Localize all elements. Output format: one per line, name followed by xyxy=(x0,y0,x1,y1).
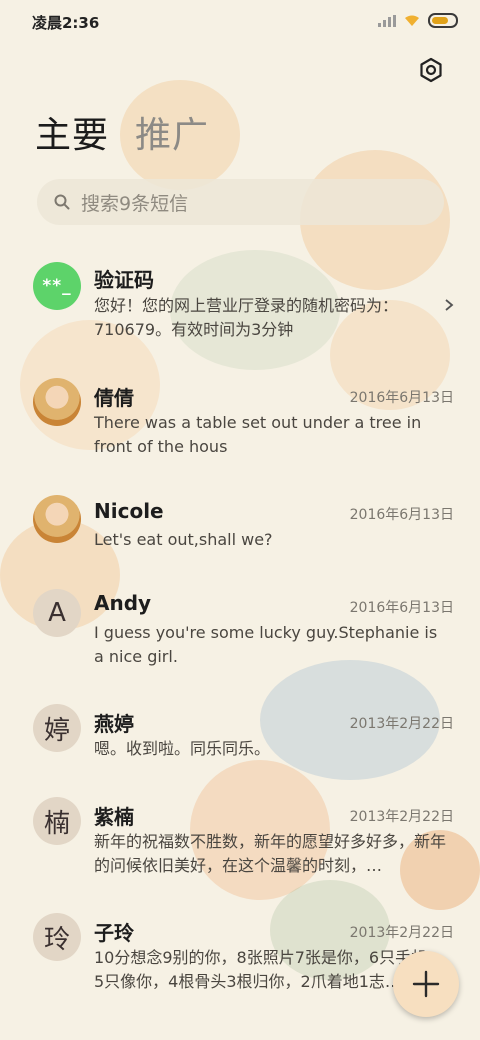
search-icon xyxy=(54,194,70,210)
message-snippet: 嗯。收到啦。同乐同乐。 xyxy=(94,739,271,758)
search-placeholder: 搜索9条短信 xyxy=(81,192,189,215)
contact-name: 验证码 xyxy=(94,268,154,292)
message-snippet: I guess you're some lucky guy.Stephanie … xyxy=(94,623,438,666)
message-date: 2013年2月22日 xyxy=(349,925,454,941)
contact-name: Andy xyxy=(94,591,152,615)
message-snippet: 您好！您的网上营业厅登录的随机密码为：710679。有效时间为3分钟 xyxy=(94,296,399,339)
message-snippet: There was a table set out under a tree i… xyxy=(94,413,422,456)
settings-gear-icon[interactable] xyxy=(418,57,444,83)
contact-name: 紫楠 xyxy=(94,805,134,829)
chevron-right-icon xyxy=(445,299,454,311)
status-bar: 凌晨2:36 xyxy=(0,0,480,42)
contact-name: 子玲 xyxy=(94,921,134,945)
contact-name: 倩倩 xyxy=(94,386,134,410)
avatar: 楠 xyxy=(33,797,81,845)
tab-primary[interactable]: 主要 xyxy=(35,106,109,158)
signal-icon xyxy=(378,14,396,27)
message-date: 2016年6月13日 xyxy=(349,390,454,406)
new-message-button[interactable] xyxy=(393,951,459,1017)
message-date: 2013年2月22日 xyxy=(349,809,454,825)
contact-name: Nicole xyxy=(94,499,164,523)
search-bar[interactable]: 搜索9条短信 xyxy=(37,179,444,225)
tab-promotions[interactable]: 推广 xyxy=(135,106,209,158)
status-time: 凌晨2:36 xyxy=(32,14,100,32)
message-snippet: 10分想念9别的你，8张照片7张是你，6只手机5只像你，4根骨头3根归你，2爪着… xyxy=(94,948,428,991)
contact-name: 燕婷 xyxy=(94,712,134,736)
message-snippet: 新年的祝福数不胜数，新年的愿望好多好多，新年的问候依旧美好，在这个温馨的时刻，… xyxy=(94,832,447,875)
message-snippet: Let's eat out,shall we? xyxy=(94,530,273,549)
category-tabs: 主要 推广 xyxy=(35,106,209,158)
message-date: 2016年6月13日 xyxy=(349,507,454,523)
avatar: **_ xyxy=(33,262,81,310)
avatar: 婷 xyxy=(33,704,81,752)
battery-icon xyxy=(428,13,458,28)
avatar: A xyxy=(33,589,81,637)
avatar: 玲 xyxy=(33,913,81,961)
message-date: 2013年2月22日 xyxy=(349,716,454,732)
message-date: 2016年6月13日 xyxy=(349,600,454,616)
avatar xyxy=(33,378,81,426)
plus-icon xyxy=(412,970,440,998)
avatar xyxy=(33,495,81,543)
wifi-icon xyxy=(405,15,419,26)
